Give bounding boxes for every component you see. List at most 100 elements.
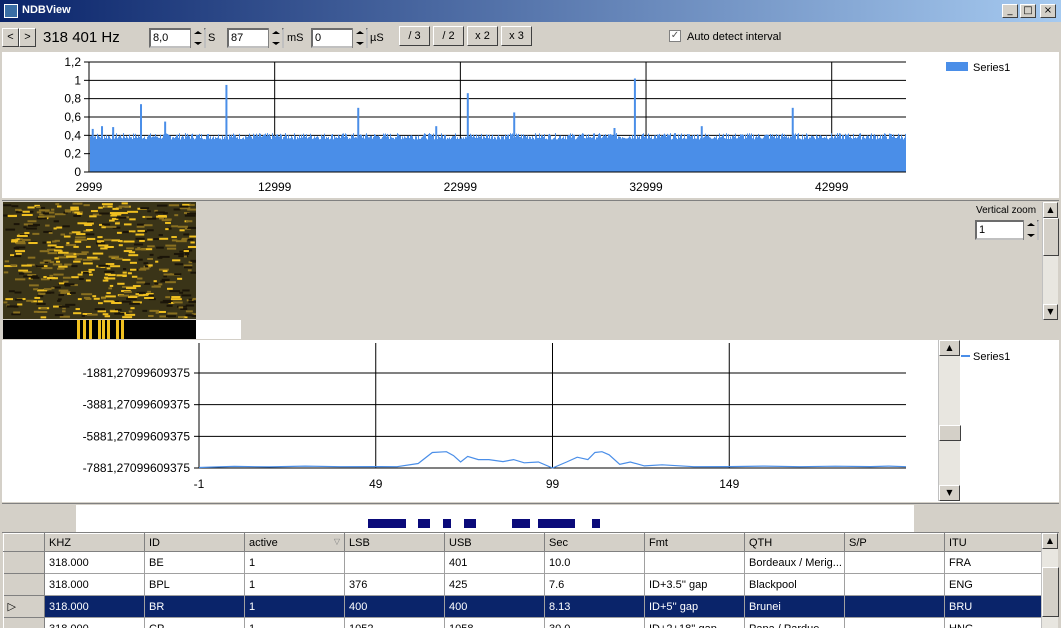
col-sec-header[interactable]: Sec: [544, 533, 645, 552]
table-cell-id[interactable]: BR: [144, 595, 245, 618]
waterfall-speck: [30, 210, 34, 213]
table-cell-qth[interactable]: Blackpool: [744, 573, 845, 596]
table-cell-khz[interactable]: 318.000: [44, 617, 145, 628]
vertical-zoom-spin-buttons[interactable]: [1023, 220, 1037, 240]
table-cell-khz[interactable]: 318.000: [44, 595, 145, 618]
table-cell-lsb[interactable]: 1052: [344, 617, 445, 628]
auto-detect-checkbox[interactable]: ✓: [669, 30, 681, 42]
table-cell-usb[interactable]: 425: [444, 573, 545, 596]
waterfall-scrollbar[interactable]: ▲ ▼: [1042, 202, 1059, 320]
table-cell-sp[interactable]: [844, 551, 945, 574]
close-button[interactable]: ×: [1040, 4, 1056, 18]
spectrum-bar: [138, 135, 139, 172]
scroll-thumb[interactable]: [1043, 218, 1059, 256]
table-cell-id[interactable]: BPL: [144, 573, 245, 596]
table-cell-itu[interactable]: FRA: [944, 551, 1041, 574]
col-lsb-header[interactable]: LSB: [344, 533, 445, 552]
table-cell-usb[interactable]: 1058: [444, 617, 545, 628]
table-row[interactable]: ▷ 318.000 BR 1 400 400 8.13 ID+5'' gap Brunei BRU: [3, 595, 1041, 618]
table-cell-usb[interactable]: 401: [444, 551, 545, 574]
spectrum-bar: [794, 134, 795, 172]
table-cell-active[interactable]: 1: [244, 573, 345, 596]
table-cell-fmt[interactable]: ID+5'' gap: [644, 595, 745, 618]
table-cell-qth[interactable]: Papa / Pardue: [744, 617, 845, 628]
row-header[interactable]: [3, 573, 45, 596]
table-cell-itu[interactable]: BRU: [944, 595, 1041, 618]
row-header[interactable]: [3, 551, 45, 574]
table-cell-sp[interactable]: [844, 595, 945, 618]
table-cell-khz[interactable]: 318.000: [44, 551, 145, 574]
table-scroll-thumb[interactable]: [1042, 567, 1059, 617]
spectrum-bar: [396, 137, 397, 172]
table-row[interactable]: 318.000 BPL 1 376 425 7.6 ID+3.5'' gap Blackpoo…: [3, 573, 1041, 596]
table-cell-sp[interactable]: [844, 573, 945, 596]
row-header[interactable]: [3, 617, 45, 628]
multiply-by-3-button[interactable]: x 3: [501, 26, 532, 46]
divide-by-2-button[interactable]: / 2: [433, 26, 464, 46]
col-active-header[interactable]: active ▽: [244, 533, 345, 552]
chart-scroll-up-arrow[interactable]: ▲: [939, 340, 960, 356]
spectrum-bar: [161, 138, 162, 172]
col-sp-header[interactable]: S/P: [844, 533, 945, 552]
table-cell-lsb[interactable]: 376: [344, 573, 445, 596]
spectrum-bar: [142, 138, 143, 172]
station-table[interactable]: KHZ ID active ▽ LSB USB Sec Fmt QTH S/P I…: [3, 533, 1041, 628]
us-spin-buttons[interactable]: [352, 28, 366, 48]
table-cell-active[interactable]: 1: [244, 551, 345, 574]
table-row[interactable]: 318.000CP11052105830.0ID+2+18'' gapPapa …: [3, 617, 1041, 628]
table-cell-qth[interactable]: Bordeaux / Merig...: [744, 551, 845, 574]
spectrum-bar: [454, 136, 455, 172]
spectrum-bar: [774, 135, 775, 172]
ms-spin-buttons[interactable]: [268, 28, 282, 48]
table-cell-fmt[interactable]: ID+3.5'' gap: [644, 573, 745, 596]
table-cell-qth[interactable]: Brunei: [744, 595, 845, 618]
table-cell-fmt[interactable]: [644, 551, 745, 574]
table-cell-sp[interactable]: [844, 617, 945, 628]
table-cell-active[interactable]: 1: [244, 617, 345, 628]
table-cell-sec[interactable]: 30.0: [544, 617, 645, 628]
table-scrollbar[interactable]: ▲: [1041, 533, 1059, 628]
scroll-down-arrow[interactable]: ▼: [1043, 304, 1058, 320]
spectrum-bar: [880, 135, 881, 172]
table-cell-khz[interactable]: 318.000: [44, 573, 145, 596]
prev-button[interactable]: <: [2, 28, 19, 47]
col-fmt-header[interactable]: Fmt: [644, 533, 745, 552]
title-bar: NDBView _ □ ×: [0, 0, 1061, 22]
seconds-spin-buttons[interactable]: [190, 28, 204, 48]
table-row[interactable]: 318.000 BE 1 401 10.0 Bordeaux / Merig... FRA: [3, 551, 1041, 574]
table-cell-fmt[interactable]: ID+2+18'' gap: [644, 617, 745, 628]
divide-by-3-button[interactable]: / 3: [399, 26, 430, 46]
scroll-up-arrow[interactable]: ▲: [1043, 202, 1058, 218]
minimize-button[interactable]: _: [1002, 4, 1018, 18]
next-button[interactable]: >: [19, 28, 36, 47]
table-cell-usb[interactable]: 400: [444, 595, 545, 618]
table-cell-itu[interactable]: ENG: [944, 573, 1041, 596]
table-cell-sec[interactable]: 10.0: [544, 551, 645, 574]
table-cell-sec[interactable]: 7.6: [544, 573, 645, 596]
table-cell-itu[interactable]: HNG: [944, 617, 1041, 628]
spectrum-bar: [417, 139, 418, 172]
multiply-by-2-button[interactable]: x 2: [467, 26, 498, 46]
col-usb-header[interactable]: USB: [444, 533, 545, 552]
table-cell-sec[interactable]: 8.13: [544, 595, 645, 618]
waterfall-speck: [102, 279, 109, 282]
spectrum-bar: [373, 136, 374, 172]
table-cell-active[interactable]: 1: [244, 595, 345, 618]
chart-scroll-thumb[interactable]: [939, 425, 961, 441]
spectrum-bar: [753, 134, 754, 172]
table-cell-lsb[interactable]: [344, 551, 445, 574]
col-itu-header[interactable]: ITU: [944, 533, 1041, 552]
col-qth-header[interactable]: QTH: [744, 533, 845, 552]
table-cell-id[interactable]: BE: [144, 551, 245, 574]
chart-scrollbar[interactable]: ▲ ▼: [938, 340, 961, 501]
col-id-header[interactable]: ID: [144, 533, 245, 552]
spectrum-bar: [282, 139, 283, 172]
chart-scroll-down-arrow[interactable]: ▼: [939, 485, 960, 501]
col-khz-header[interactable]: KHZ: [44, 533, 145, 552]
row-header[interactable]: ▷: [3, 595, 45, 618]
morse-mark: [368, 519, 406, 528]
table-scroll-up-arrow[interactable]: ▲: [1042, 533, 1058, 549]
table-cell-id[interactable]: CP: [144, 617, 245, 628]
maximize-button[interactable]: □: [1020, 4, 1036, 18]
table-cell-lsb[interactable]: 400: [344, 595, 445, 618]
